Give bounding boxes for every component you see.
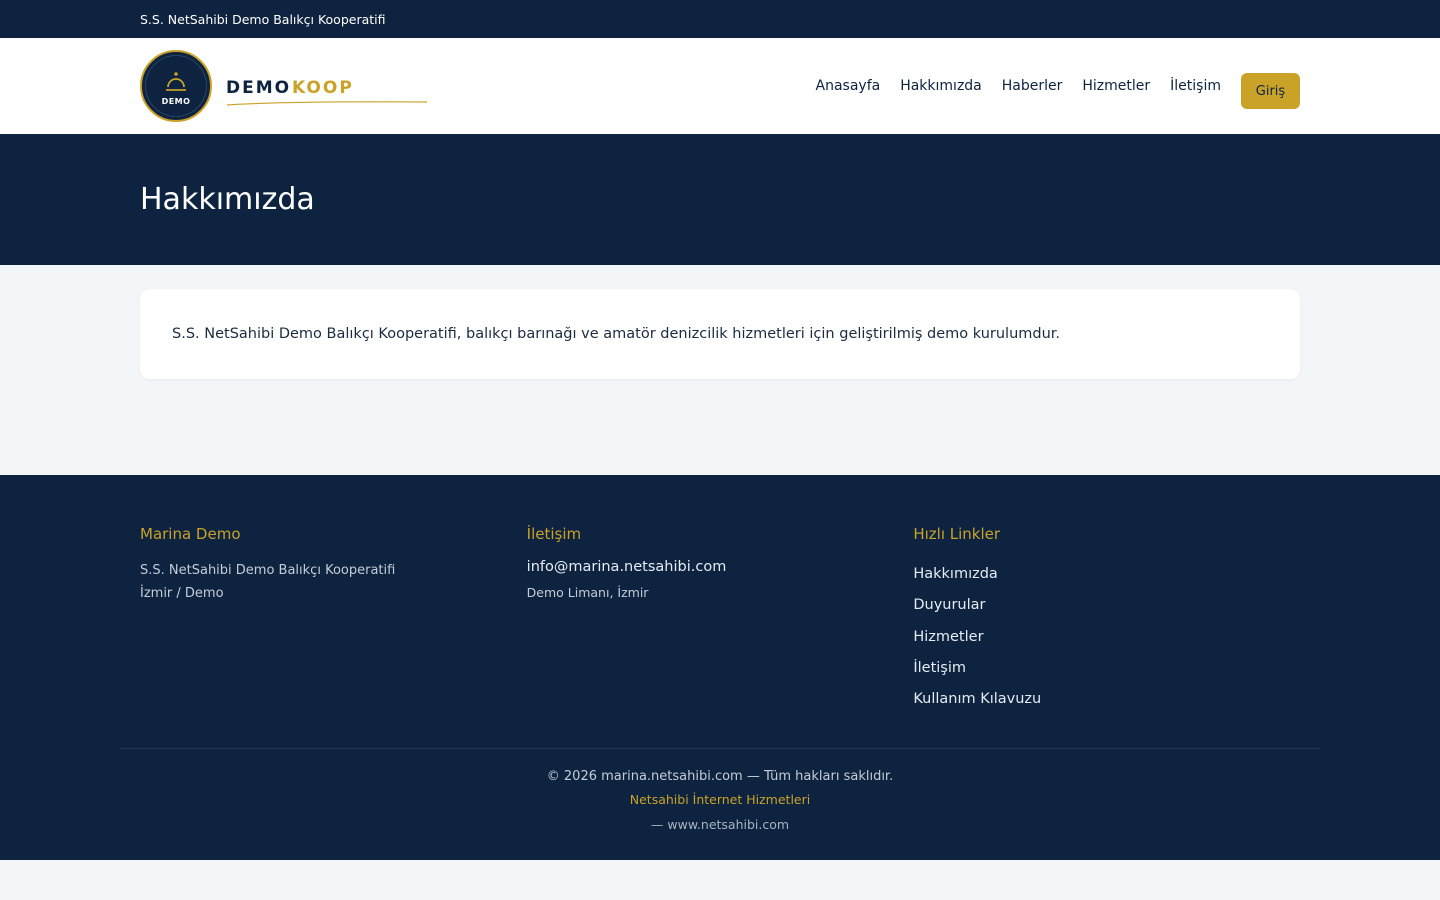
about-text: S.S. NetSahibi Demo Balıkçı Kooperatifi,…	[172, 326, 1061, 342]
page-hero: Hakkımızda	[0, 134, 1440, 265]
footer-provider-site: — www.netsahibi.com	[650, 817, 790, 832]
footer-col-quicklinks: Hızlı Linkler Hakkımızda Duyurular Hizme…	[913, 525, 1300, 748]
footer-bottom: © 2026 marina.netsahibi.com — Tüm haklar…	[0, 749, 1440, 832]
footer-link-duyurular[interactable]: Duyurular	[913, 590, 1300, 621]
top-bar: S.S. NetSahibi Demo Balıkçı Kooperatifi	[0, 0, 1440, 38]
footer-col-about: Marina Demo S.S. NetSahibi Demo Balıkçı …	[140, 525, 527, 748]
brand-swoosh-decoration	[226, 101, 428, 106]
login-button[interactable]: Giriş	[1241, 73, 1300, 109]
logo-badge: DEMO	[140, 50, 212, 122]
footer-heading-about: Marina Demo	[140, 525, 241, 543]
nav-item-hizmetler[interactable]: Hizmetler	[1082, 78, 1150, 94]
top-bar-org-name: S.S. NetSahibi Demo Balıkçı Kooperatifi	[140, 11, 386, 27]
nav-item-haberler[interactable]: Haberler	[1002, 78, 1063, 94]
footer-provider-link[interactable]: Netsahibi İnternet Hizmetleri	[0, 792, 1440, 807]
main-nav: Anasayfa Hakkımızda Haberler Hizmetler İ…	[796, 63, 1300, 109]
footer-col-contact: İletişim info@marina.netsahibi.com Demo …	[527, 525, 914, 748]
nav-item-hakkimizda[interactable]: Hakkımızda	[900, 78, 982, 94]
footer-copyright: © 2026 marina.netsahibi.com — Tüm haklar…	[546, 769, 894, 784]
footer-link-hakkimizda[interactable]: Hakkımızda	[913, 559, 1300, 590]
footer-heading-quicklinks: Hızlı Linkler	[913, 525, 1001, 543]
footer-org-name: S.S. NetSahibi Demo Balıkçı Kooperatifi	[140, 563, 396, 578]
footer-address: Demo Limanı, İzmir	[526, 585, 649, 600]
brand-word-accent: KOOP	[292, 78, 354, 98]
marina-bell-icon	[166, 71, 186, 91]
footer-heading-contact: İletişim	[526, 525, 582, 543]
brand-wordmark: DEMO KOOP	[226, 66, 428, 106]
footer-columns: Marina Demo S.S. NetSahibi Demo Balıkçı …	[140, 475, 1300, 748]
footer-link-hizmetler[interactable]: Hizmetler	[913, 622, 1300, 653]
nav-item-iletisim[interactable]: İletişim	[1170, 78, 1221, 94]
page-title: Hakkımızda	[140, 182, 315, 217]
about-card: S.S. NetSahibi Demo Balıkçı Kooperatifi,…	[140, 289, 1300, 379]
footer-location: İzmir / Demo	[140, 586, 224, 601]
footer-email-link[interactable]: info@marina.netsahibi.com	[527, 559, 914, 575]
nav-item-anasayfa[interactable]: Anasayfa	[816, 78, 881, 94]
logo-badge-text: DEMO	[161, 96, 191, 106]
footer-link-kullanim-kilavuzu[interactable]: Kullanım Kılavuzu	[913, 684, 1300, 715]
site-header: DEMO DEMO KOOP Anasayfa Hakkımızda Haber…	[0, 38, 1440, 134]
site-footer: Marina Demo S.S. NetSahibi Demo Balıkçı …	[0, 475, 1440, 860]
main-content: S.S. NetSahibi Demo Balıkçı Kooperatifi,…	[0, 265, 1440, 475]
footer-link-iletisim[interactable]: İletişim	[913, 653, 1300, 684]
brand-word-primary: DEMO	[226, 78, 292, 98]
brand-logo-link[interactable]: DEMO DEMO KOOP	[140, 50, 428, 122]
